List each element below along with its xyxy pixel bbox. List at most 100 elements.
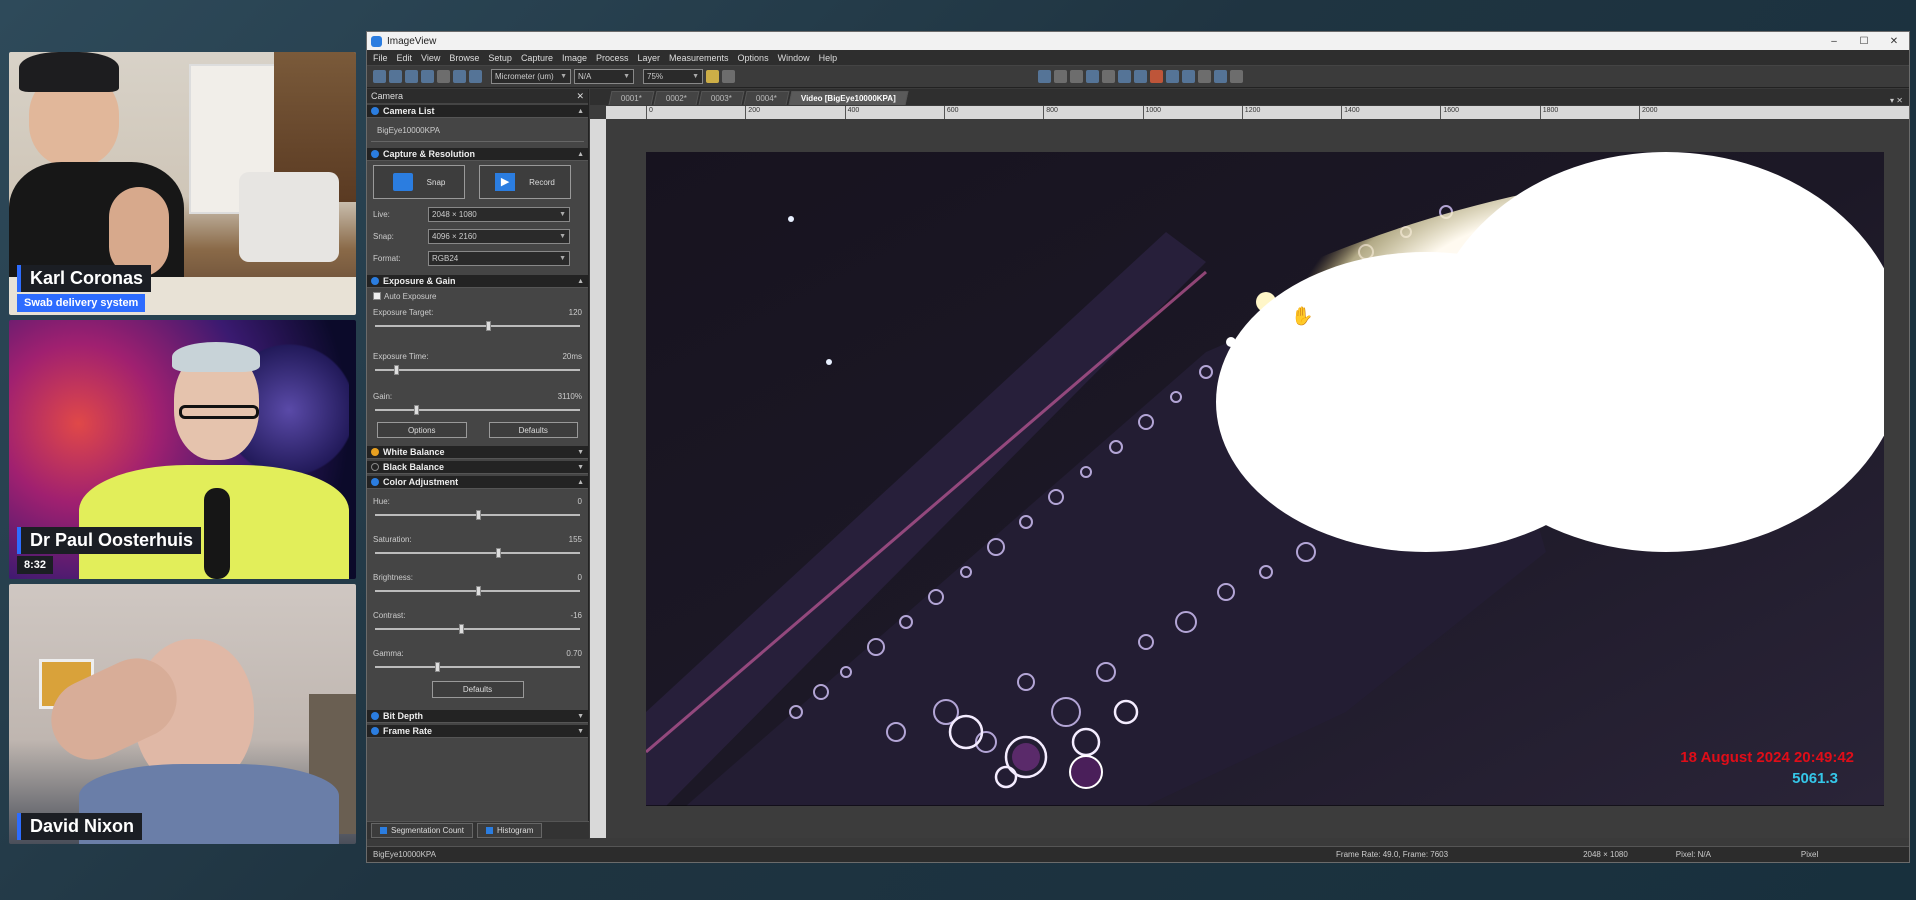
unit2-select[interactable]: N/A ▼ xyxy=(574,69,634,84)
doc-tab[interactable]: 0004* xyxy=(743,91,790,105)
tabs-menu-icon[interactable]: ▾ ✕ xyxy=(1890,96,1909,105)
slider-thumb[interactable] xyxy=(485,321,491,331)
pointer-icon[interactable] xyxy=(722,70,735,83)
live-resolution-select[interactable]: 2048 × 1080 ▼ xyxy=(428,206,570,222)
slider-track xyxy=(375,628,580,630)
hue-slider[interactable] xyxy=(375,509,580,521)
color-icon[interactable] xyxy=(1150,70,1163,83)
menu-view[interactable]: View xyxy=(421,53,440,63)
slider-thumb[interactable] xyxy=(414,405,419,415)
exposure-defaults-button[interactable]: Defaults xyxy=(488,422,578,438)
panel-tab-camera[interactable]: Camera xyxy=(371,91,403,101)
zoom-select[interactable]: 75% ▼ xyxy=(643,69,703,84)
menu-layer[interactable]: Layer xyxy=(638,53,661,63)
camera-icon[interactable] xyxy=(1214,70,1227,83)
section-white-balance[interactable]: White Balance ▼ xyxy=(367,446,588,459)
pan-tool-icon[interactable] xyxy=(706,70,719,83)
menu-help[interactable]: Help xyxy=(819,53,838,63)
menu-process[interactable]: Process xyxy=(596,53,629,63)
contrast-label: Contrast: xyxy=(373,610,406,620)
slider-track xyxy=(375,552,580,554)
slider-thumb[interactable] xyxy=(393,365,399,375)
close-button[interactable]: ✕ xyxy=(1879,36,1909,47)
menu-file[interactable]: File xyxy=(373,53,388,63)
black-balance-icon xyxy=(371,463,379,471)
section-camera-list[interactable]: Camera List ▲ xyxy=(367,105,588,118)
histogram-icon[interactable] xyxy=(1166,70,1179,83)
angle-tool-icon[interactable] xyxy=(1102,70,1115,83)
hand-cursor-icon: ✋ xyxy=(1291,305,1313,327)
menu-options[interactable]: Options xyxy=(738,53,769,63)
color-defaults-button[interactable]: Defaults xyxy=(431,681,524,698)
gain-row: Gain: 3110% xyxy=(367,388,588,404)
section-exposure-gain[interactable]: Exposure & Gain ▲ xyxy=(367,275,588,288)
ruler-tick xyxy=(844,106,846,119)
open-icon[interactable] xyxy=(373,70,386,83)
rect-tool-icon[interactable] xyxy=(1070,70,1083,83)
saturation-slider[interactable] xyxy=(375,547,580,559)
maximize-button[interactable]: ☐ xyxy=(1849,36,1879,47)
live-video-viewer[interactable]: ✋ 18 August 2024 20:49:42 5061.3 xyxy=(646,152,1884,806)
paste-icon[interactable] xyxy=(421,70,434,83)
line-tool-icon[interactable] xyxy=(1054,70,1067,83)
doc-tab[interactable]: 0002* xyxy=(653,91,700,105)
slider-thumb[interactable] xyxy=(496,548,501,558)
exposure-time-value: 20ms xyxy=(562,351,582,361)
measure-icon[interactable] xyxy=(1038,70,1051,83)
frame-rate-icon xyxy=(371,727,379,735)
gamma-slider[interactable] xyxy=(375,661,580,673)
snap-resolution-select[interactable]: 4096 × 2160 ▼ xyxy=(428,228,570,244)
format-select[interactable]: RGB24 ▼ xyxy=(428,250,570,266)
copy-icon[interactable] xyxy=(405,70,418,83)
doc-tab[interactable]: 0001* xyxy=(608,91,655,105)
section-title: Color Adjustment xyxy=(383,477,459,487)
section-bit-depth[interactable]: Bit Depth ▼ xyxy=(367,710,588,723)
brightness-slider[interactable] xyxy=(375,585,580,597)
report-icon[interactable] xyxy=(1182,70,1195,83)
save-icon[interactable] xyxy=(389,70,402,83)
auto-exposure-checkbox[interactable] xyxy=(373,292,381,300)
exposure-target-slider[interactable] xyxy=(375,320,580,332)
contrast-value: -16 xyxy=(570,610,582,620)
fit-icon[interactable] xyxy=(469,70,482,83)
settings-icon[interactable] xyxy=(1198,70,1211,83)
contrast-slider[interactable] xyxy=(375,623,580,635)
section-capture-resolution[interactable]: Capture & Resolution ▲ xyxy=(367,148,588,161)
auto-exposure-row[interactable]: Auto Exposure xyxy=(367,288,588,304)
tab-histogram[interactable]: Histogram xyxy=(476,823,543,838)
unit-select[interactable]: Micrometer (um) ▼ xyxy=(491,69,571,84)
menu-capture[interactable]: Capture xyxy=(521,53,553,63)
slider-thumb[interactable] xyxy=(434,662,440,672)
gain-slider[interactable] xyxy=(375,404,580,416)
section-color-adjustment[interactable]: Color Adjustment ▲ xyxy=(367,476,588,489)
slider-thumb[interactable] xyxy=(475,510,481,520)
menu-edit[interactable]: Edit xyxy=(397,53,413,63)
exposure-time-slider[interactable] xyxy=(375,364,580,376)
print-icon[interactable] xyxy=(1230,70,1243,83)
capture-icon xyxy=(371,150,379,158)
slider-thumb[interactable] xyxy=(475,586,481,596)
section-frame-rate[interactable]: Frame Rate ▼ xyxy=(367,725,588,738)
doc-tab[interactable]: 0003* xyxy=(698,91,745,105)
menu-browse[interactable]: Browse xyxy=(449,53,479,63)
folder-icon[interactable] xyxy=(453,70,466,83)
snap-button[interactable]: Snap xyxy=(373,165,465,199)
minimize-button[interactable]: – xyxy=(1819,36,1849,47)
panel-close-icon[interactable]: ✕ xyxy=(576,91,584,102)
layers-icon[interactable] xyxy=(1134,70,1147,83)
menu-window[interactable]: Window xyxy=(778,53,810,63)
slider-thumb[interactable] xyxy=(459,624,465,634)
grid-icon[interactable] xyxy=(1118,70,1131,83)
options-button[interactable]: Options xyxy=(377,422,467,438)
menu-measurements[interactable]: Measurements xyxy=(669,53,729,63)
doc-tab-active[interactable]: Video [BigEye10000KPA] xyxy=(788,91,909,105)
record-button[interactable]: ▶ Record xyxy=(479,165,571,199)
pencil-icon[interactable] xyxy=(1086,70,1099,83)
tab-segmentation-count[interactable]: Segmentation Count xyxy=(371,823,473,838)
camera-device-item[interactable]: BigEye10000KPA xyxy=(371,120,584,142)
menu-setup[interactable]: Setup xyxy=(488,53,512,63)
menu-image[interactable]: Image xyxy=(562,53,587,63)
capture-value: 5061.3 xyxy=(1792,770,1838,787)
section-black-balance[interactable]: Black Balance ▼ xyxy=(367,461,588,474)
undo-icon[interactable] xyxy=(437,70,450,83)
